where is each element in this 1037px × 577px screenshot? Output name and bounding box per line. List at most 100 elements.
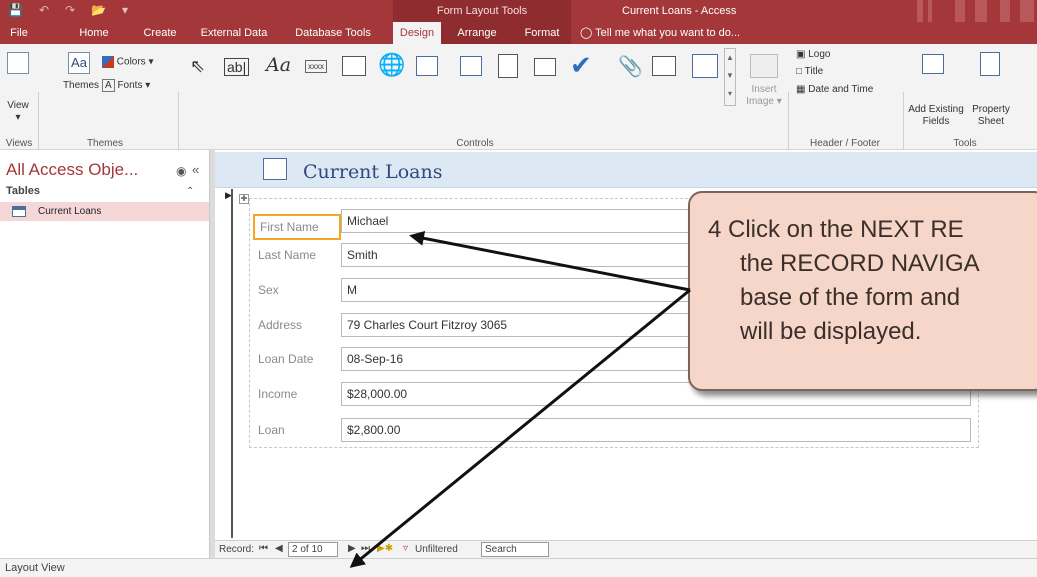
label-loan[interactable]: Loan <box>258 423 285 437</box>
tell-me-box[interactable]: ◯ Tell me what you want to do... <box>580 22 780 44</box>
label-control[interactable]: Aa <box>266 54 291 76</box>
chart-control-icon[interactable] <box>692 54 718 78</box>
list-box-icon[interactable] <box>652 56 676 76</box>
callout-line: base of the form and <box>740 284 961 311</box>
context-group-title: Form Layout Tools <box>436 5 528 17</box>
label-address[interactable]: Address <box>258 318 302 332</box>
button-control[interactable]: xxxx <box>305 60 327 73</box>
nav-section-header[interactable]: Tables <box>6 185 40 197</box>
search-input[interactable]: Search <box>481 542 549 557</box>
option-group-icon[interactable] <box>498 54 518 78</box>
record-selector-bar[interactable] <box>225 189 233 538</box>
form-title[interactable]: Current Loans <box>303 161 442 183</box>
title-label: Title <box>804 66 824 77</box>
customize-toolbar-icon[interactable]: ▾ <box>122 3 128 17</box>
collapse-pane-icon[interactable]: « <box>192 162 199 177</box>
tab-arrange[interactable]: Arrange <box>441 22 513 44</box>
nav-menu-icon[interactable]: ◉ <box>176 164 186 178</box>
insert-image-sub[interactable]: Image ▾ <box>744 96 784 107</box>
new-record-button[interactable]: ▶✱ <box>377 543 393 554</box>
date-time-icon: ▦ <box>796 84 806 95</box>
chevron-up-icon[interactable]: ⌃ <box>186 186 194 197</box>
property-sheet-icon[interactable] <box>980 52 1000 76</box>
attachment-icon[interactable]: 📎 <box>618 54 643 79</box>
field-loan[interactable]: $2,800.00 <box>341 418 971 442</box>
web-browser-icon[interactable] <box>416 56 438 76</box>
fonts-label: Fonts <box>117 80 143 91</box>
lightbulb-icon: ◯ <box>580 27 593 39</box>
label-loan-date[interactable]: Loan Date <box>258 352 313 366</box>
combo-box-icon[interactable] <box>534 58 556 76</box>
fields-label: Fields <box>922 116 950 127</box>
tab-format[interactable]: Format <box>513 22 571 44</box>
fonts-icon: A <box>102 79 115 92</box>
last-record-button[interactable]: ⏭ <box>361 543 370 554</box>
decoration-bar <box>1020 0 1034 22</box>
tab-design[interactable]: Design <box>393 22 441 44</box>
group-label-themes: Themes <box>86 138 124 149</box>
nav-pane-title[interactable]: All Access Obje... <box>6 160 138 180</box>
themes-icon[interactable]: Aa <box>68 52 90 74</box>
view-icon[interactable] <box>7 52 29 74</box>
tab-home[interactable]: Home <box>74 22 114 44</box>
quick-access-toolbar: 💾 ↶ ↷ 📂 ▾ <box>8 3 128 17</box>
filter-icon: ▿ <box>403 543 409 554</box>
fonts-button[interactable]: A Fonts ▾ <box>102 79 150 92</box>
add-existing-fields-button[interactable]: Add Existing <box>904 104 968 115</box>
callout-line: 4 Click on the NEXT RE <box>708 216 964 243</box>
navigation-control-icon[interactable] <box>460 56 482 76</box>
property-sheet-button[interactable]: Property <box>968 104 1014 115</box>
decoration-bar <box>1000 0 1010 22</box>
tab-create[interactable]: Create <box>138 22 182 44</box>
add-existing-fields-icon[interactable] <box>922 54 944 74</box>
ribbon-tab-bar: File Home Create External Data Database … <box>0 22 1037 44</box>
nav-item-current-loans[interactable]: Current Loans <box>0 202 209 221</box>
first-record-button[interactable]: ⏮ <box>259 543 268 554</box>
textbox-control[interactable]: ab| <box>224 58 250 76</box>
label-last-name[interactable]: Last Name <box>258 248 316 262</box>
logo-button[interactable]: ▣ Logo <box>796 49 830 60</box>
save-icon[interactable]: 💾 <box>8 3 23 17</box>
view-button[interactable]: View <box>6 100 30 111</box>
tab-file[interactable]: File <box>4 22 34 44</box>
form-header: Current Loans <box>215 152 1037 188</box>
date-time-button[interactable]: ▦ Date and Time <box>796 84 873 95</box>
colors-button[interactable]: Colors ▾ <box>102 56 154 68</box>
previous-record-button[interactable]: ◀ <box>275 543 283 554</box>
colors-icon <box>102 56 114 68</box>
themes-button[interactable]: Themes <box>62 80 100 91</box>
label-income[interactable]: Income <box>258 387 297 401</box>
decoration-bar <box>975 0 987 22</box>
hyperlink-icon[interactable]: 🌐 <box>378 52 405 78</box>
decoration-bar <box>928 0 932 22</box>
form-icon <box>263 158 287 180</box>
table-icon <box>12 206 26 217</box>
title-button[interactable]: □ Title <box>796 66 823 77</box>
title-bar: 💾 ↶ ↷ 📂 ▾ Form Layout Tools Current Loan… <box>0 0 1037 22</box>
tab-control-icon[interactable] <box>342 56 366 76</box>
insert-image-label[interactable]: Insert <box>744 84 784 95</box>
layout-selector-icon[interactable]: ✚ <box>239 194 249 204</box>
checkbox-control-icon[interactable]: ✔ <box>570 50 592 81</box>
controls-gallery-scroll[interactable]: ▲ ▼ ▾ <box>724 48 736 106</box>
record-label: Record: <box>219 544 255 555</box>
current-record-input[interactable]: 2 of 10 <box>288 542 338 557</box>
callout-line: will be displayed. <box>740 318 922 345</box>
label-sex[interactable]: Sex <box>258 283 279 297</box>
record-navigation-bar: Record: ⏮ ◀ 2 of 10 ▶ ⏭ ▶✱ ▿ Unfiltered … <box>215 540 1037 558</box>
tab-external-data[interactable]: External Data <box>198 22 270 44</box>
redo-icon[interactable]: ↷ <box>65 3 75 17</box>
tab-database-tools[interactable]: Database Tools <box>290 22 376 44</box>
filter-status[interactable]: Unfiltered <box>415 544 458 555</box>
open-folder-icon[interactable]: 📂 <box>91 3 106 17</box>
undo-icon[interactable]: ↶ <box>39 3 49 17</box>
navigation-pane: All Access Obje... ◉ « Tables ⌃ Current … <box>0 150 210 558</box>
next-record-button[interactable]: ▶ <box>348 543 356 554</box>
status-bar: Layout View <box>0 558 1037 577</box>
label-first-name[interactable]: First Name <box>253 214 341 240</box>
logo-icon: ▣ <box>796 49 806 60</box>
insert-image-icon[interactable] <box>750 54 778 78</box>
select-pointer-icon[interactable]: ⇖ <box>190 56 205 77</box>
chevron-down-icon[interactable]: ▾ <box>6 112 30 123</box>
logo-label: Logo <box>808 49 831 60</box>
